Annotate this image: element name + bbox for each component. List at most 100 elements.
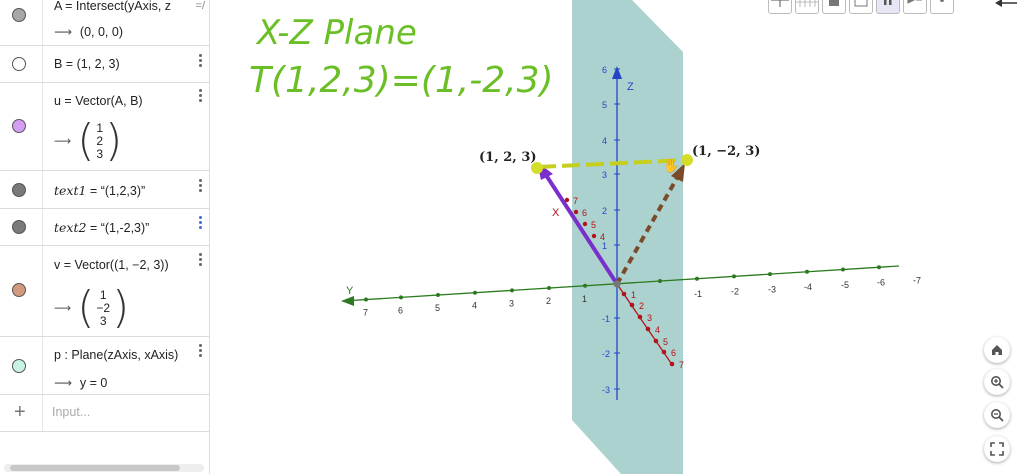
input-bar[interactable]: + Input... [0, 395, 209, 432]
algebra-row-u[interactable]: u = Vector(A, B) ⟶ ( 1 2 3 ) [0, 83, 209, 171]
definition-u[interactable]: u = Vector(A, B) [54, 94, 143, 108]
definition-p[interactable]: p : Plane(zAxis, xAxis) [54, 348, 178, 362]
algebra-view: A = Intersect(yAxis, z ⟶ (0, 0, 0) =/ B =… [0, 0, 210, 474]
projection-button[interactable] [903, 0, 927, 14]
z-tick-label: -1 [602, 314, 610, 324]
visibility-toggle-u[interactable] [12, 119, 26, 133]
horizontal-scrollbar[interactable] [4, 464, 204, 472]
more-menu-icon[interactable] [199, 89, 203, 104]
x-tick-label: 5 [663, 337, 668, 347]
definition-v[interactable]: v = Vector((1, −2, 3)) [54, 258, 169, 272]
x-tick-mark [653, 338, 659, 344]
x-tick-label: 2 [639, 301, 644, 311]
view-direction-button[interactable] [849, 0, 873, 14]
z-tick-label: 2 [602, 206, 607, 216]
x-tick-label: 7 [679, 360, 684, 370]
y-tick-label: 6 [398, 305, 403, 315]
definition-B[interactable]: B = (1, 2, 3) [54, 57, 120, 71]
x-tick-mark [591, 233, 597, 239]
visibility-toggle-text1[interactable] [12, 183, 26, 197]
more-settings-button[interactable] [930, 0, 954, 14]
y-tick-mark [510, 288, 514, 293]
graphics-3d-view[interactable]: 7 6 5 4 3 2 1 -1 -2 -3 -4 -5 -6 -7 6 5 4 3 2 1 -1 -2 -3 12345… [211, 0, 1024, 474]
definition-text2[interactable]: text2 = “(1,-2,3)” [54, 220, 149, 235]
x-tick-label: 4 [600, 232, 605, 242]
x-tick-label: 3 [647, 313, 652, 323]
definition-text1[interactable]: text1 = “(1,2,3)” [54, 183, 145, 198]
visibility-toggle-p[interactable] [12, 359, 26, 373]
x-tick-mark [629, 302, 635, 308]
hand-cursor-icon: ✋ [663, 158, 679, 173]
y-tick-mark [658, 279, 662, 284]
home-button[interactable] [984, 337, 1010, 363]
y-tick-mark [583, 283, 587, 288]
y-tick-label: 1 [582, 294, 587, 304]
y-tick-label: 5 [435, 303, 440, 313]
handwritten-equation: T(1,2,3)=(1,-2,3) [249, 60, 554, 101]
visibility-toggle-text2[interactable] [12, 220, 26, 234]
input-placeholder[interactable]: Input... [52, 405, 90, 419]
definition-A[interactable]: A = Intersect(yAxis, z [54, 0, 171, 13]
graphics-canvas[interactable]: 7 6 5 4 3 2 1 -1 -2 -3 -4 -5 -6 -7 654321-1-2-3 12345… [211, 0, 1024, 474]
y-tick-label: -2 [731, 287, 739, 297]
y-tick-label: -3 [768, 284, 776, 294]
pause-rotation-button[interactable] [876, 0, 900, 14]
axes-toggle-button[interactable] [768, 0, 792, 14]
x-tick-label: 5 [591, 220, 596, 230]
plus-icon[interactable]: + [14, 401, 26, 424]
y-tick-label: -4 [804, 282, 812, 292]
grid-toggle-button[interactable] [795, 0, 819, 14]
more-menu-icon[interactable] [199, 216, 203, 231]
y-tick-mark [732, 274, 736, 279]
label-B-prime: (1, −2, 3) [692, 144, 760, 159]
visibility-toggle-A[interactable] [12, 8, 26, 22]
y-tick-label: -6 [877, 278, 885, 288]
algebra-row-p[interactable]: p : Plane(zAxis, xAxis) ⟶ y = 0 [0, 337, 209, 395]
arrow-left-icon[interactable] [993, 0, 1019, 10]
y-axis-arrow [341, 296, 354, 306]
zoom-in-icon [991, 376, 1004, 389]
output-v: ⟶ ( 1 −2 3 ) [54, 282, 130, 333]
more-menu-icon[interactable] [199, 253, 203, 268]
y-tick-mark [841, 267, 845, 272]
y-tick-mark [364, 297, 368, 302]
visibility-toggle-B[interactable] [12, 57, 26, 71]
home-icon [992, 345, 1002, 355]
y-tick-label: 7 [363, 308, 368, 318]
algebra-row-text2[interactable]: text2 = “(1,-2,3)” [0, 209, 209, 246]
more-menu-icon[interactable] [199, 179, 203, 194]
algebra-row-v[interactable]: v = Vector((1, −2, 3)) ⟶ ( 1 −2 3 ) [0, 246, 209, 337]
y-axis-label: Y [346, 285, 354, 297]
visibility-toggle-v[interactable] [12, 283, 26, 297]
y-tick-label: 4 [472, 301, 477, 311]
more-menu-icon[interactable] [199, 54, 203, 69]
y-tick-mark [805, 269, 809, 274]
x-tick-mark [621, 291, 627, 297]
algebra-row-B[interactable]: B = (1, 2, 3) [0, 46, 209, 83]
x-axis-label: X [552, 207, 560, 219]
fullscreen-button[interactable] [984, 436, 1010, 462]
point-A[interactable] [613, 280, 621, 288]
zoom-in-button[interactable] [984, 369, 1010, 395]
output-p: ⟶ y = 0 [54, 376, 108, 390]
x-tick-mark [582, 221, 588, 227]
x-tick-label: 1 [631, 290, 636, 300]
x-tick-mark [661, 349, 667, 355]
more-menu-icon[interactable] [199, 344, 203, 359]
z-tick-label: 1 [602, 241, 607, 251]
style-bar-icon[interactable]: =/ [196, 0, 205, 12]
y-tick-label: 2 [546, 296, 551, 306]
algebra-row-text1[interactable]: text1 = “(1,2,3)” [0, 171, 209, 209]
x-tick-mark [645, 326, 651, 332]
algebra-row-A[interactable]: A = Intersect(yAxis, z ⟶ (0, 0, 0) =/ [0, 0, 209, 46]
zoom-out-button[interactable] [984, 402, 1010, 428]
y-tick-mark [877, 265, 881, 270]
x-tick-mark [637, 314, 643, 320]
x-tick-mark [573, 209, 579, 215]
z-tick-label: -3 [602, 385, 610, 395]
y-tick-mark [473, 290, 477, 295]
x-tick-label: 6 [671, 348, 676, 358]
y-tick-mark [768, 272, 772, 277]
home-view-button[interactable] [822, 0, 846, 14]
x-tick-label: 7 [573, 196, 578, 206]
